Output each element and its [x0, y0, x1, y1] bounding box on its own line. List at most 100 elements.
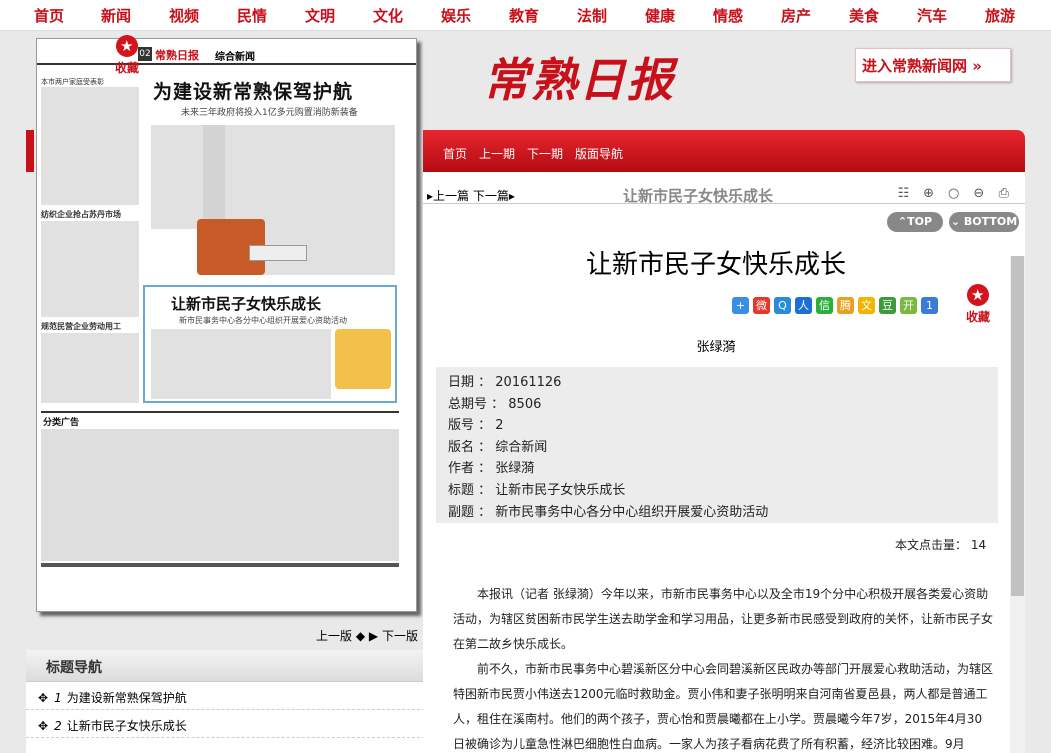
site-logo[interactable]: 常熟日报	[483, 44, 673, 114]
paper-text-block	[41, 221, 139, 317]
favorite-button-right[interactable]: 收藏	[961, 284, 995, 326]
article-body: 本报讯（记者 张绿漪）今年以来，市新市民事务中心以及全市19个分中心积极开展各类…	[453, 582, 993, 753]
douban-icon[interactable]: 豆	[879, 297, 896, 314]
headline-nav-item[interactable]: ✥ 1 为建设新常熟保驾护航	[26, 682, 425, 710]
prev-arrow-icon: ◆	[355, 629, 366, 643]
subnav-page-nav[interactable]: 版面导航	[575, 145, 623, 162]
meta-row: 作者 ： 张绿漪	[448, 461, 535, 477]
prev-article-link[interactable]: 上一篇	[433, 189, 469, 203]
article-paragraph: 前不久，市新市民事务中心碧溪新区分中心会同碧溪新区民政办等部门开展爱心救助活动，…	[453, 662, 994, 751]
print-icon[interactable]: ⎙	[995, 186, 1012, 203]
scrollbar-thumb[interactable]	[1011, 256, 1024, 596]
headline-nav-title: 标题导航	[26, 650, 425, 682]
subnav-prev-issue[interactable]: 上一期	[479, 145, 515, 162]
paper-page-name: 综合新闻	[215, 52, 255, 63]
paper-ads-title: 分类广告	[43, 418, 80, 428]
next-page-link[interactable]: 下一版	[382, 629, 418, 643]
subnav-next-issue[interactable]: 下一期	[527, 145, 563, 162]
headline-nav: 标题导航 ✥ 1 为建设新常熟保驾护航 ✥ 2 让新市民子女快乐成长	[26, 650, 425, 753]
channel-auto[interactable]: 汽车	[917, 5, 947, 26]
share-count-icon[interactable]: 1	[921, 297, 938, 314]
favorite-label: 收藏	[114, 61, 139, 75]
scroll-bottom-button[interactable]: ⌄ BOTTOM	[949, 212, 1019, 232]
paper-text-block	[41, 333, 139, 403]
meta-row: 副题 ： 新市民事务中心各分中心组织开展爱心资助活动	[448, 504, 769, 520]
article-panel: ▸上一篇 下一篇▸ 让新市民子女快乐成长 ☷ ⊕ ○ ⊖ ⎙ ⌃TOP ⌄ BO…	[423, 172, 1025, 753]
channel-emotion[interactable]: 情感	[713, 5, 743, 26]
kaixin-icon[interactable]: 开	[900, 297, 917, 314]
subnav-home[interactable]: 首页	[443, 145, 467, 162]
channel-civility[interactable]: 文明	[305, 5, 335, 26]
meta-row: 标题 ： 让新市民子女快乐成长	[448, 482, 626, 498]
channel-culture[interactable]: 文化	[373, 5, 403, 26]
paper-rule	[37, 63, 416, 65]
meta-row: 日期 ： 20161126	[448, 375, 562, 390]
paper-feature-box: 让新市民子女快乐成长 新市民事务中心各分中心组织开展爱心资助活动	[143, 285, 397, 403]
share-bar: + 微 Q 人信腾文豆开 1	[732, 294, 942, 314]
plant-illustration	[335, 329, 391, 389]
next-article-link[interactable]: 下一篇	[473, 189, 509, 203]
chevron-down-icon: ⌄	[950, 215, 964, 228]
diamond-icon: ✥	[38, 719, 49, 733]
notes-icon[interactable]: ☷	[895, 186, 912, 203]
paper-left-headline-3: 规范民营企业劳动用工	[41, 322, 121, 331]
prev-page-link[interactable]: 上一版	[316, 629, 352, 643]
paper-text-block	[41, 87, 139, 205]
headline-nav-item[interactable]: ✥ 2 让新市民子女快乐成长	[26, 710, 425, 738]
wechat-icon[interactable]: 信	[816, 297, 833, 314]
share-more-icon[interactable]: +	[732, 297, 749, 314]
toolbar-icons: ☷ ⊕ ○ ⊖ ⎙	[895, 182, 1015, 203]
next-arrow-icon: ▶	[368, 629, 379, 643]
toolbar-title: 让新市民子女快乐成长	[623, 187, 774, 205]
favorite-button-left[interactable]: 收藏	[112, 35, 142, 77]
meta-row: 总期号 ： 8506	[448, 396, 542, 412]
scrollbar[interactable]	[1010, 256, 1025, 753]
weibo-icon[interactable]: 微	[753, 297, 770, 314]
meta-row: 版号 ： 2	[448, 418, 504, 434]
qzone-icon[interactable]: Q	[774, 297, 791, 314]
article-author: 张绿漪	[696, 340, 736, 355]
zoom-out-icon[interactable]: ⊖	[970, 186, 987, 203]
channel-entertainment[interactable]: 娱乐	[441, 5, 471, 26]
article-nav: ▸上一篇 下一篇▸	[427, 187, 515, 204]
hit-count: 本文点击量： 14	[895, 538, 987, 552]
channel-travel[interactable]: 旅游	[985, 5, 1015, 26]
zoom-in-icon[interactable]: ⊕	[920, 186, 937, 203]
paper-footer-rule	[41, 563, 399, 567]
double-chevron-right-icon: »	[967, 57, 982, 75]
channel-realestate[interactable]: 房产	[781, 5, 811, 26]
paper-feature-title: 让新市民子女快乐成长	[171, 295, 322, 313]
channel-home[interactable]: 首页	[34, 5, 64, 26]
channel-public[interactable]: 民情	[237, 5, 267, 26]
paper-subhead: 未来三年政府将投入1亿多元购置消防新装备	[181, 108, 358, 118]
channel-video[interactable]: 视频	[169, 5, 199, 26]
channel-news[interactable]: 新闻	[101, 5, 131, 26]
article-paragraph: 本报讯（记者 张绿漪）今年以来，市新市民事务中心以及全市19个分中心积极开展各类…	[453, 587, 994, 651]
tencent-weibo-icon[interactable]: 腾	[837, 297, 854, 314]
channel-health[interactable]: 健康	[645, 5, 675, 26]
left-red-band	[26, 130, 34, 172]
channel-food[interactable]: 美食	[849, 5, 879, 26]
paper-left-headline: 本市两户家庭受表彰	[41, 78, 104, 86]
enter-news-site-button[interactable]: 进入常熟新闻网 »	[855, 48, 1011, 82]
zoom-reset-icon[interactable]: ○	[945, 186, 962, 203]
channel-nav: 首页 新闻 视频 民情 文明 文化 娱乐 教育 法制 健康 情感 房产 美食 汽…	[0, 0, 1051, 31]
favorite-label: 收藏	[965, 310, 990, 324]
baidu-icon[interactable]: 文	[858, 297, 875, 314]
channel-education[interactable]: 教育	[509, 5, 539, 26]
diamond-icon: ✥	[38, 691, 49, 705]
page-nav: 上一版 ◆ ▶ 下一版	[316, 627, 418, 644]
channel-law[interactable]: 法制	[577, 5, 607, 26]
scroll-top-button[interactable]: ⌃TOP	[887, 212, 943, 232]
sub-nav: 首页 上一期 下一期 版面导航	[423, 130, 1025, 172]
renren-icon[interactable]: 人	[795, 297, 812, 314]
paper-masthead: 常熟日报	[155, 49, 199, 62]
star-icon	[116, 35, 138, 57]
meta-row: 版名 ： 综合新闻	[448, 439, 548, 455]
paper-ads-block	[41, 429, 399, 561]
paper-rule	[41, 411, 399, 413]
paper-feature-sub: 新市民事务中心各分中心组织开展爱心资助活动	[179, 316, 347, 325]
chevron-up-icon: ⌃	[897, 215, 908, 228]
paper-text-block	[151, 329, 331, 399]
newspaper-page-image[interactable]: 常熟日报 02 综合新闻 为建设新常熟保驾护航 未来三年政府将投入1亿多元购置消…	[36, 38, 417, 612]
